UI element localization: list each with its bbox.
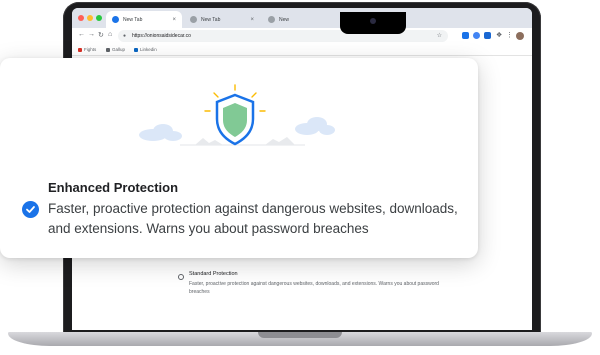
chrome-icon <box>268 16 275 23</box>
extension-icon[interactable] <box>473 32 480 39</box>
bookmark-icon <box>78 47 82 52</box>
laptop-notch <box>258 332 342 338</box>
minimize-window-button[interactable] <box>87 15 93 21</box>
enhanced-protection-title: Enhanced Protection <box>48 180 179 195</box>
chrome-icon <box>112 16 119 23</box>
hills-icon <box>265 137 295 145</box>
chrome-icon <box>190 16 197 23</box>
tab-close-icon[interactable]: × <box>250 17 254 23</box>
tab-label: New Tab <box>201 16 221 23</box>
enhanced-protection-description: Faster, proactive protection against dan… <box>48 201 458 236</box>
tab-label: New <box>279 16 290 23</box>
standard-protection-description: Faster, proactive protection against dan… <box>189 281 439 295</box>
shield-icon <box>215 93 255 146</box>
forward-icon[interactable]: → <box>88 31 95 38</box>
tab-new-tab-1[interactable]: New Tab × <box>106 11 182 28</box>
avatar[interactable] <box>516 32 524 40</box>
cloud-left-icon <box>139 124 182 141</box>
enhanced-protection-card: Enhanced Protection Faster, proactive pr… <box>0 58 478 258</box>
bookmark-icon <box>106 47 110 52</box>
bookmark-label: Fights <box>84 47 97 52</box>
home-icon[interactable]: ⌂ <box>108 31 112 38</box>
bookmark-label: Linkedin <box>140 47 157 52</box>
check-icon[interactable] <box>22 201 39 218</box>
standard-protection-title: Standard Protection <box>189 271 238 277</box>
shield-illustration <box>139 84 335 146</box>
star-icon[interactable]: ☆ <box>437 30 442 42</box>
tab-label: New Tab <box>123 16 143 23</box>
standard-protection-radio[interactable] <box>178 274 184 280</box>
bookmark-item[interactable]: Fights <box>78 47 96 52</box>
close-window-button[interactable] <box>78 15 84 21</box>
address-bar-url: https://onionsaidsidecar.co <box>132 33 191 39</box>
reload-icon[interactable]: ↻ <box>98 31 104 39</box>
cloud-right-icon <box>295 117 335 135</box>
extension-icon[interactable] <box>484 32 491 39</box>
camera-notch <box>340 12 406 34</box>
back-icon[interactable]: ← <box>78 31 85 38</box>
bookmark-item[interactable]: Gallup <box>106 47 125 52</box>
tab-new-tab-3[interactable]: New <box>262 11 338 28</box>
tab-bar: New Tab × New Tab × New + <box>72 8 532 28</box>
lock-icon: ● <box>123 33 127 39</box>
camera-icon <box>370 18 376 24</box>
hills-icon <box>195 138 223 145</box>
bookmark-item[interactable]: Linkedin <box>134 47 157 52</box>
bookmarks-bar: Fights Gallup Linkedin <box>72 44 532 56</box>
menu-icon[interactable]: ⋮ <box>506 31 513 39</box>
maximize-window-button[interactable] <box>96 15 102 21</box>
extensions-puzzle-icon[interactable]: ❖ <box>496 31 502 39</box>
bookmark-icon <box>134 47 138 52</box>
bookmark-label: Gallup <box>112 47 126 52</box>
tab-new-tab-2[interactable]: New Tab × <box>184 11 260 28</box>
extension-icon[interactable] <box>462 32 469 39</box>
toolbar: ← → ↻ ⌂ ● https://onionsaidsidecar.co ☆ … <box>72 28 532 44</box>
tab-close-icon[interactable]: × <box>172 17 176 23</box>
